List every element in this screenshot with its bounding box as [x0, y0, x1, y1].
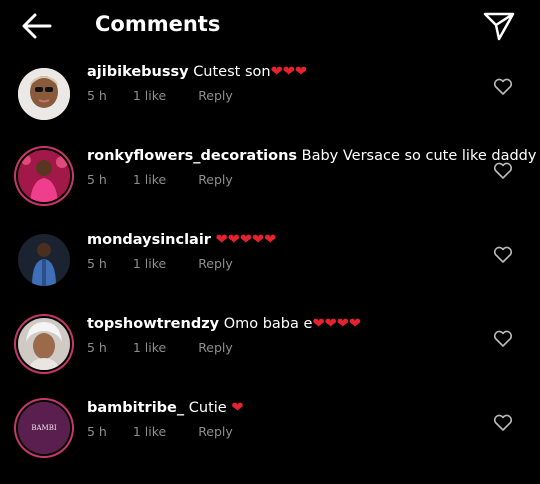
comment-item: ajibikebussy Cutest son❤❤❤ 5 h 1 like Re…: [0, 64, 540, 148]
comment-text: topshowtrendzy Omo baba e❤❤❤❤: [87, 316, 361, 332]
avatar-photo: [18, 234, 70, 286]
avatar[interactable]: [18, 318, 70, 370]
avatar-photo: [18, 68, 70, 120]
comment-item: topshowtrendzy Omo baba e❤❤❤❤ 5 h 1 like…: [0, 316, 540, 400]
like-button[interactable]: [493, 330, 513, 348]
like-count[interactable]: 1 like: [133, 424, 166, 439]
like-button[interactable]: [493, 246, 513, 264]
comment-username[interactable]: topshowtrendzy: [87, 316, 219, 332]
send-icon: [483, 12, 515, 41]
comment-item: BAMBI bambitribe_ Cutie ❤ 5 h 1 like Rep…: [0, 400, 540, 484]
comment-text: ronkyflowers_decorations Baby Versace so…: [87, 148, 536, 164]
comment-body: Omo baba e: [223, 316, 313, 332]
comment-username[interactable]: mondaysinclair: [87, 232, 211, 248]
comment-time: 5 h: [87, 172, 107, 187]
heart-outline-icon: [493, 414, 513, 431]
comment-meta: 5 h 1 like Reply: [87, 256, 261, 271]
reply-button[interactable]: Reply: [198, 424, 233, 439]
reply-button[interactable]: Reply: [198, 340, 233, 355]
heart-emoji: ❤❤❤❤❤: [215, 232, 277, 248]
avatar[interactable]: BAMBI: [18, 402, 70, 454]
comments-header: Comments: [0, 0, 540, 50]
comment-time: 5 h: [87, 340, 107, 355]
avatar[interactable]: [18, 68, 70, 120]
like-count[interactable]: 1 like: [133, 340, 166, 355]
comment-meta: 5 h 1 like Reply: [87, 172, 261, 187]
avatar[interactable]: [18, 234, 70, 286]
avatar[interactable]: [18, 150, 70, 202]
back-button[interactable]: [20, 10, 54, 42]
like-count[interactable]: 1 like: [133, 172, 166, 187]
comment-meta: 5 h 1 like Reply: [87, 340, 261, 355]
like-count[interactable]: 1 like: [133, 88, 166, 103]
comment-text: mondaysinclair ❤❤❤❤❤: [87, 232, 276, 248]
like-button[interactable]: [493, 78, 513, 96]
comment-username[interactable]: ronkyflowers_decorations: [87, 148, 297, 164]
arrow-left-icon: [22, 13, 52, 39]
like-count[interactable]: 1 like: [133, 256, 166, 271]
comment-time: 5 h: [87, 424, 107, 439]
comment-item: mondaysinclair ❤❤❤❤❤ 5 h 1 like Reply: [0, 232, 540, 316]
brand-logo-text: BAMBI: [31, 424, 57, 432]
comment-item: ronkyflowers_decorations Baby Versace so…: [0, 148, 540, 232]
like-button[interactable]: [493, 414, 513, 432]
comment-meta: 5 h 1 like Reply: [87, 88, 261, 103]
heart-emoji: ❤❤❤❤: [312, 316, 362, 332]
heart-emoji: ❤: [231, 400, 244, 416]
reply-button[interactable]: Reply: [198, 256, 233, 271]
heart-outline-icon: [493, 246, 513, 263]
page-title: Comments: [95, 12, 221, 36]
comment-time: 5 h: [87, 256, 107, 271]
heart-outline-icon: [493, 330, 513, 347]
send-button[interactable]: [482, 10, 516, 42]
comment-body: Cutie: [188, 400, 227, 416]
like-button[interactable]: [493, 162, 513, 180]
heart-emoji: ❤❤❤: [270, 64, 308, 80]
comment-meta: 5 h 1 like Reply: [87, 424, 261, 439]
avatar-photo: [18, 318, 70, 370]
avatar-photo: BAMBI: [18, 402, 70, 454]
comment-body: Cutest son: [193, 64, 271, 80]
comment-username[interactable]: bambitribe_: [87, 400, 184, 416]
reply-button[interactable]: Reply: [198, 172, 233, 187]
comment-username[interactable]: ajibikebussy: [87, 64, 189, 80]
comment-text: bambitribe_ Cutie ❤: [87, 400, 243, 416]
reply-button[interactable]: Reply: [198, 88, 233, 103]
avatar-photo: [18, 150, 70, 202]
comment-time: 5 h: [87, 88, 107, 103]
comment-text: ajibikebussy Cutest son❤❤❤: [87, 64, 307, 80]
heart-outline-icon: [493, 78, 513, 95]
heart-outline-icon: [493, 162, 513, 179]
